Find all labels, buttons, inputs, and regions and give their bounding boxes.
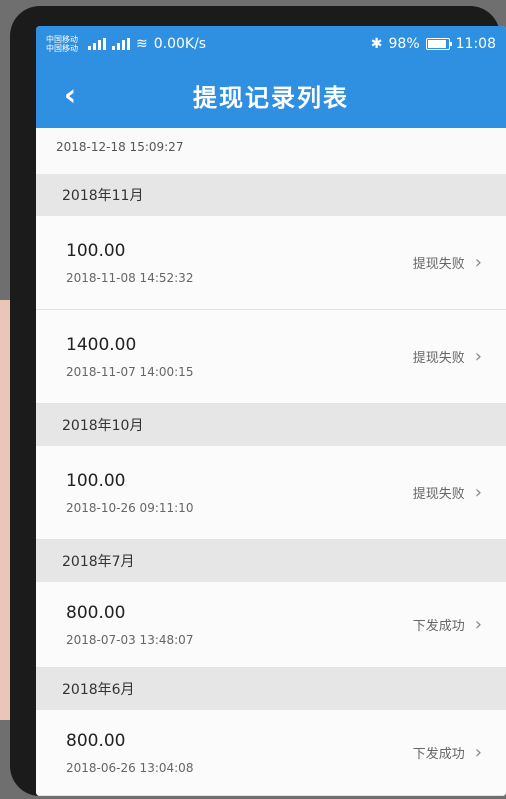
- list-item[interactable]: 100.00 2018-11-08 14:52:32 提现失败 ›: [36, 216, 506, 310]
- record-time: 2018-11-08 14:52:32: [66, 270, 194, 285]
- record-status: 提现失败: [412, 487, 465, 502]
- battery-icon: [425, 38, 452, 50]
- record-status-area: 下发成功 ›: [413, 614, 482, 635]
- month-header: 2018年6月: [36, 668, 506, 710]
- record-info: 100.00 2018-10-26 09:11:10: [66, 471, 193, 515]
- record-time: 2018-07-03 13:48:07: [66, 632, 194, 647]
- clock: 11:08: [455, 36, 496, 52]
- chevron-left-icon: ‹: [63, 77, 77, 113]
- carrier-labels: 中国移动 中国移动: [46, 35, 78, 53]
- list-item[interactable]: 800.00 2018-07-03 13:48:07 下发成功 ›: [36, 582, 506, 668]
- month-header: 2018年11月: [36, 174, 506, 216]
- list-item[interactable]: 800.00 2018-06-26 13:04:08 下发成功 ›: [36, 710, 506, 796]
- record-status: 下发成功: [412, 747, 465, 762]
- phone-frame: 中国移动 中国移动 ≋ 0.00K/s ✱ 98% 11:08 ‹ 提现记录列表…: [10, 6, 506, 796]
- record-amount: 1400.00: [66, 334, 137, 355]
- list-item[interactable]: 2018-12-18 15:09:27: [36, 128, 506, 174]
- record-amount: 100.00: [66, 470, 126, 491]
- navigation-bar: ‹ 提现记录列表: [36, 62, 506, 128]
- signal-icon: [88, 38, 106, 50]
- network-speed: 0.00K/s: [153, 36, 207, 52]
- record-status: 下发成功: [412, 619, 465, 634]
- back-button[interactable]: ‹: [48, 73, 92, 117]
- record-amount: 100.00: [66, 240, 126, 261]
- record-time: 2018-12-18 15:09:27: [56, 140, 184, 154]
- record-time: 2018-11-07 14:00:15: [66, 364, 194, 379]
- list-item[interactable]: 100.00 2018-10-26 09:11:10 提现失败 ›: [36, 446, 506, 540]
- month-header: 2018年7月: [36, 540, 506, 582]
- record-list[interactable]: 2018-12-18 15:09:27 2018年11月 100.00 2018…: [36, 128, 506, 796]
- record-info: 800.00 2018-07-03 13:48:07: [66, 603, 193, 647]
- record-info: 800.00 2018-06-26 13:04:08: [66, 731, 193, 775]
- page-title: 提现记录列表: [193, 83, 349, 112]
- chevron-right-icon: ›: [474, 346, 482, 367]
- record-status-area: 下发成功 ›: [413, 742, 482, 763]
- record-info: 100.00 2018-11-08 14:52:32: [66, 241, 193, 285]
- record-status-area: 提现失败 ›: [413, 482, 482, 503]
- carrier-1: 中国移动: [46, 35, 78, 44]
- chevron-right-icon: ›: [474, 482, 482, 503]
- bluetooth-icon: ✱: [370, 36, 383, 52]
- chevron-right-icon: ›: [474, 614, 482, 635]
- chevron-right-icon: ›: [474, 252, 482, 273]
- record-info: 1400.00 2018-11-07 14:00:15: [66, 335, 193, 379]
- battery-percent: 98%: [388, 36, 420, 52]
- wifi-icon: ≋: [136, 36, 148, 52]
- signal-icon-2: [112, 38, 130, 50]
- record-status: 提现失败: [412, 257, 465, 272]
- chevron-right-icon: ›: [474, 742, 482, 763]
- status-bar: 中国移动 中国移动 ≋ 0.00K/s ✱ 98% 11:08: [36, 26, 506, 62]
- carrier-2: 中国移动: [46, 44, 78, 53]
- record-status: 提现失败: [412, 351, 465, 366]
- record-status-area: 提现失败 ›: [413, 346, 482, 367]
- record-amount: 800.00: [66, 602, 126, 623]
- list-item[interactable]: 1400.00 2018-11-07 14:00:15 提现失败 ›: [36, 310, 506, 404]
- record-amount: 800.00: [66, 730, 126, 751]
- record-time: 2018-10-26 09:11:10: [66, 500, 194, 515]
- status-left: 中国移动 中国移动 ≋ 0.00K/s: [46, 35, 206, 53]
- status-right: ✱ 98% 11:08: [371, 36, 496, 52]
- app-screen: 中国移动 中国移动 ≋ 0.00K/s ✱ 98% 11:08 ‹ 提现记录列表…: [36, 26, 506, 796]
- record-status-area: 提现失败 ›: [413, 252, 482, 273]
- record-time: 2018-06-26 13:04:08: [66, 760, 194, 775]
- month-header: 2018年10月: [36, 404, 506, 446]
